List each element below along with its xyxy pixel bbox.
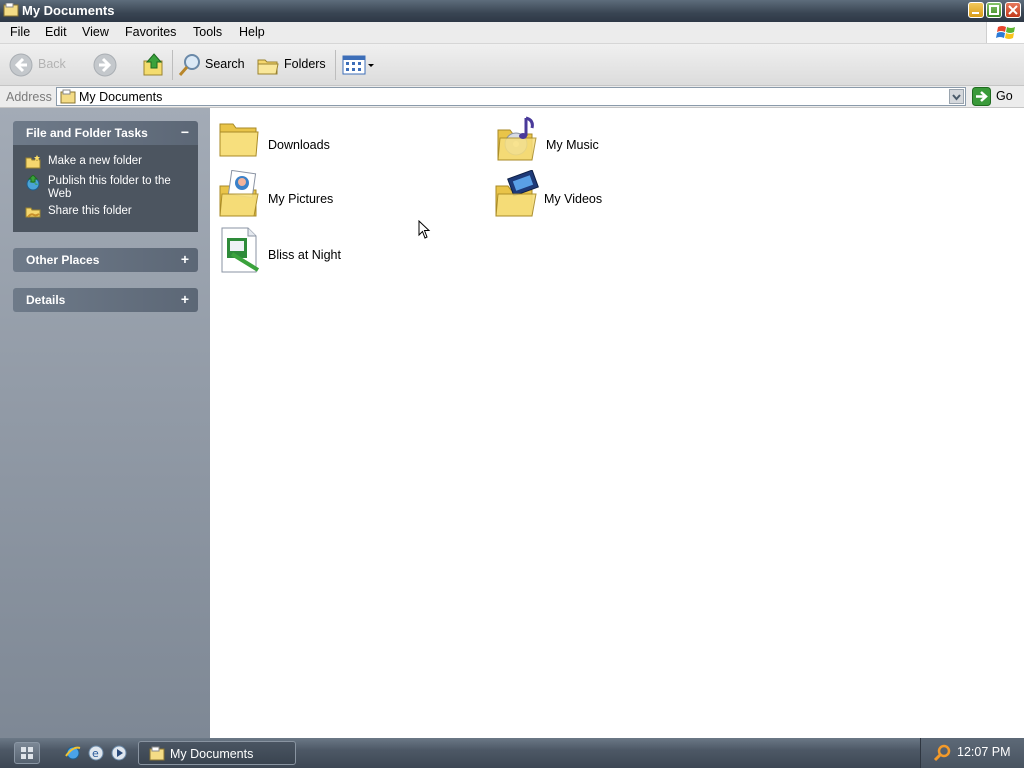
share-folder-icon bbox=[25, 205, 41, 222]
menu-favorites[interactable]: Favorites bbox=[125, 25, 176, 39]
up-folder-icon bbox=[142, 53, 166, 81]
folders-button[interactable]: Folders bbox=[256, 52, 328, 78]
other-places-header[interactable]: Other Places + bbox=[13, 248, 198, 272]
svg-text:e: e bbox=[92, 747, 99, 760]
document-icon bbox=[218, 226, 264, 279]
internet-explorer-icon[interactable] bbox=[64, 744, 82, 762]
address-label: Address bbox=[6, 90, 52, 104]
up-folder-button[interactable] bbox=[142, 52, 166, 78]
toolbar: Back Search Folders bbox=[0, 44, 1024, 86]
list-item[interactable]: My Videos bbox=[494, 169, 754, 221]
my-documents-icon bbox=[149, 746, 165, 764]
item-label: Bliss at Night bbox=[268, 248, 341, 262]
search-icon[interactable] bbox=[933, 744, 951, 765]
address-dropdown-button[interactable] bbox=[949, 89, 964, 104]
start-button[interactable] bbox=[14, 742, 40, 764]
back-label: Back bbox=[38, 57, 66, 71]
back-arrow-icon bbox=[8, 53, 34, 81]
my-documents-icon bbox=[3, 2, 19, 21]
panel-title: File and Folder Tasks bbox=[26, 126, 148, 140]
item-label: My Videos bbox=[544, 192, 603, 206]
expand-icon[interactable]: + bbox=[181, 291, 189, 307]
toolbar-separator bbox=[335, 50, 336, 80]
file-list: Downloads My Music My Pictures My Videos… bbox=[210, 108, 1024, 738]
menu-edit[interactable]: Edit bbox=[45, 25, 67, 39]
window-title: My Documents bbox=[22, 3, 115, 18]
chevron-down-icon bbox=[950, 92, 963, 106]
toolbar-separator bbox=[172, 50, 173, 80]
list-item[interactable]: My Pictures bbox=[218, 169, 478, 221]
item-label: My Music bbox=[546, 138, 599, 152]
list-item[interactable]: My Music bbox=[496, 116, 756, 166]
menu-file[interactable]: File bbox=[10, 25, 30, 39]
explorer-icon[interactable]: e bbox=[87, 744, 105, 762]
music-folder-icon bbox=[496, 116, 542, 165]
file-folder-tasks-header[interactable]: File and Folder Tasks − bbox=[13, 121, 198, 145]
taskbar: e My Documents 12:07 PM bbox=[0, 738, 1024, 768]
search-label: Search bbox=[205, 57, 245, 71]
system-tray: 12:07 PM bbox=[920, 738, 1024, 768]
task-label: Share this folder bbox=[48, 205, 132, 217]
list-item[interactable]: Downloads bbox=[218, 116, 478, 166]
search-button[interactable]: Search bbox=[178, 52, 248, 78]
taskbar-window-button[interactable]: My Documents bbox=[138, 741, 296, 765]
folder-icon bbox=[218, 116, 260, 163]
file-folder-tasks-panel: Make a new folder Publish this folder to… bbox=[13, 145, 198, 232]
item-label: Downloads bbox=[268, 138, 330, 152]
videos-folder-icon bbox=[494, 169, 542, 221]
go-label: Go bbox=[996, 89, 1013, 103]
mouse-cursor-icon bbox=[418, 219, 432, 243]
menu-bar: File Edit View Favorites Tools Help bbox=[0, 22, 1024, 44]
folders-icon bbox=[256, 59, 280, 81]
taskbar-window-label: My Documents bbox=[170, 747, 254, 761]
panel-title: Details bbox=[26, 293, 66, 307]
back-button[interactable]: Back bbox=[8, 52, 68, 78]
windows-logo-icon bbox=[986, 22, 1024, 43]
list-item[interactable]: Bliss at Night bbox=[218, 226, 478, 276]
task-label: Make a new folder bbox=[48, 155, 142, 167]
views-button[interactable] bbox=[342, 54, 376, 76]
clock[interactable]: 12:07 PM bbox=[957, 745, 1011, 759]
task-label: Publish this folder to the Web bbox=[48, 175, 171, 200]
views-icon bbox=[342, 55, 376, 79]
new-folder-icon bbox=[25, 155, 41, 172]
expand-icon[interactable]: + bbox=[181, 251, 189, 267]
panel-title: Other Places bbox=[26, 253, 100, 267]
menu-view[interactable]: View bbox=[82, 25, 109, 39]
search-icon bbox=[178, 54, 202, 81]
close-button[interactable] bbox=[1005, 2, 1021, 18]
address-input[interactable]: My Documents bbox=[56, 87, 966, 106]
item-label: My Pictures bbox=[268, 192, 334, 206]
media-player-icon[interactable] bbox=[110, 744, 128, 762]
menu-help[interactable]: Help bbox=[239, 25, 265, 39]
publish-web-icon bbox=[25, 174, 41, 194]
address-value: My Documents bbox=[79, 90, 163, 104]
forward-button[interactable] bbox=[92, 52, 118, 78]
start-grid-icon bbox=[15, 747, 39, 766]
folders-label: Folders bbox=[284, 57, 326, 71]
go-arrow-icon bbox=[972, 87, 991, 109]
go-button[interactable]: Go bbox=[970, 87, 1022, 106]
details-header[interactable]: Details + bbox=[13, 288, 198, 312]
collapse-icon[interactable]: − bbox=[181, 124, 189, 140]
title-bar[interactable]: My Documents bbox=[0, 0, 1024, 22]
my-documents-icon bbox=[60, 89, 76, 107]
menu-tools[interactable]: Tools bbox=[193, 25, 222, 39]
forward-arrow-icon bbox=[92, 53, 118, 81]
pictures-folder-icon bbox=[218, 169, 264, 221]
minimize-button[interactable] bbox=[968, 2, 984, 18]
address-bar: Address My Documents Go bbox=[0, 86, 1024, 108]
publish-folder-link[interactable]: Publish this folder to the Web bbox=[13, 174, 198, 203]
maximize-button[interactable] bbox=[986, 2, 1002, 18]
